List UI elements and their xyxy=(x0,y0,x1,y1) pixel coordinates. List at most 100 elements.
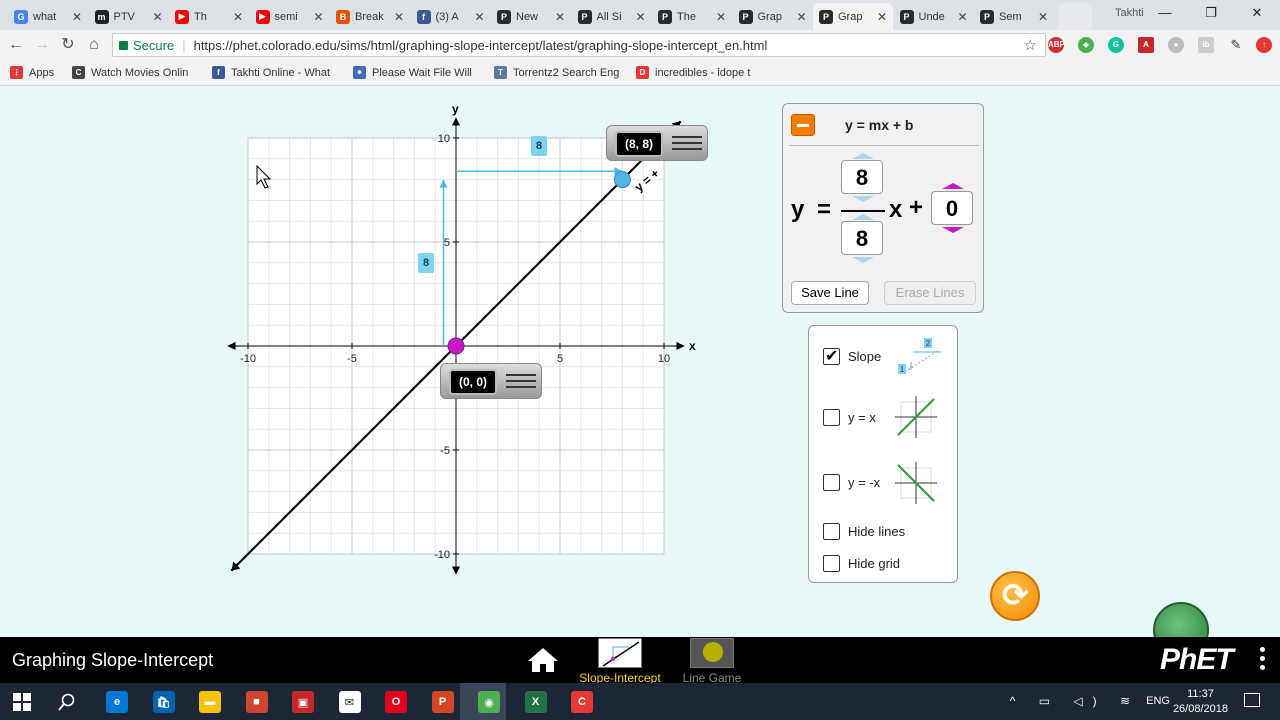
tab-close-icon[interactable]: ✕ xyxy=(716,10,726,24)
browser-tab[interactable]: ▶ Th ✕ xyxy=(169,3,249,30)
tab-close-icon[interactable]: ✕ xyxy=(796,10,806,24)
intercept-increment-icon[interactable] xyxy=(942,183,964,189)
taskbar-camtasia-icon[interactable]: C xyxy=(571,691,593,713)
point-slope-tool[interactable]: (8, 8) xyxy=(606,125,708,161)
bookmark-item[interactable]: ✷ Please Wait File Will xyxy=(353,66,472,79)
browser-tab[interactable]: Gwhat ✕ xyxy=(8,3,88,30)
bookmark-item[interactable]: ⋮ Apps xyxy=(10,66,54,79)
minimize-icon[interactable]: — xyxy=(1142,0,1188,28)
point-slope-grip-icon[interactable] xyxy=(669,132,705,154)
new-tab-button[interactable] xyxy=(1058,3,1092,30)
reload-icon[interactable]: ↻ xyxy=(58,35,78,55)
slope-checkbox[interactable] xyxy=(823,346,840,366)
browser-tab[interactable]: ▶ semi ✕ xyxy=(250,3,330,30)
intercept-value-box[interactable]: 0 xyxy=(931,191,973,225)
intercept-point-handle[interactable] xyxy=(447,337,465,355)
close-icon[interactable]: ✕ xyxy=(1234,0,1280,28)
erase-lines-button[interactable]: Erase Lines xyxy=(884,281,976,305)
hide-lines-checkbox[interactable] xyxy=(823,523,840,540)
taskbar-explorer-icon[interactable]: ▬ xyxy=(199,691,221,713)
tab-close-icon[interactable]: ✕ xyxy=(152,10,162,24)
secure-indicator[interactable]: Secure xyxy=(119,38,174,53)
collapse-minus-button[interactable] xyxy=(791,114,815,136)
point-intercept-tool[interactable]: (0, 0) xyxy=(440,363,542,399)
browser-tab[interactable]: P New ✕ xyxy=(491,3,571,30)
tab-close-icon[interactable]: ✕ xyxy=(877,10,887,24)
tab-close-icon[interactable]: ✕ xyxy=(394,10,404,24)
reset-all-button[interactable] xyxy=(990,571,1040,621)
slope-option[interactable]: Slope xyxy=(823,346,881,366)
taskbar-app5-icon[interactable]: ▣ xyxy=(292,691,314,713)
profile-name[interactable]: Takhti xyxy=(1115,7,1144,19)
screen-slope-intercept-button[interactable]: Slope-Intercept xyxy=(578,638,662,685)
bookmark-item[interactable]: f Takhti Online - What xyxy=(212,66,330,79)
tab-close-icon[interactable]: ✕ xyxy=(313,10,323,24)
y-equals-x-option[interactable]: y = x xyxy=(823,409,876,426)
windows-start-icon[interactable] xyxy=(13,693,31,711)
browser-tab[interactable]: B Break ✕ xyxy=(330,3,410,30)
hide-grid-option[interactable]: Hide grid xyxy=(823,555,900,572)
intercept-decrement-icon[interactable] xyxy=(942,227,964,233)
pen-icon[interactable]: ✎ xyxy=(1228,37,1244,53)
taskbar-mail-icon[interactable]: ✉ xyxy=(338,691,361,713)
browser-tab[interactable]: P Unde ✕ xyxy=(894,3,974,30)
taskbar-store-icon[interactable]: 🛍 xyxy=(152,691,175,713)
adblock-icon[interactable]: ABP xyxy=(1048,37,1065,53)
rise-increment-icon[interactable] xyxy=(852,153,874,159)
clock[interactable]: 11:37 26/08/2018 xyxy=(1173,687,1228,717)
bookmark-item[interactable]: C Watch Movies Onlin xyxy=(72,66,188,79)
system-tray-icons[interactable]: ^ ▭ ◁) ≋ xyxy=(1010,694,1140,708)
grammarly-icon[interactable]: G xyxy=(1108,37,1124,53)
tab-close-icon[interactable]: ✕ xyxy=(474,10,484,24)
phet-menu-icon[interactable] xyxy=(1260,647,1266,674)
hide-grid-checkbox[interactable] xyxy=(823,555,840,572)
taskbar-app4-icon[interactable]: ■ xyxy=(245,691,268,713)
taskbar-excel-icon[interactable]: X xyxy=(524,691,547,713)
search-icon[interactable] xyxy=(58,693,76,711)
browser-tab[interactable]: P Grap ✕ xyxy=(813,3,893,30)
phet-logo[interactable]: PhET xyxy=(1160,643,1234,677)
run-increment-icon[interactable] xyxy=(852,214,874,220)
y-equals-x-checkbox[interactable] xyxy=(823,409,840,426)
home-screen-icon[interactable] xyxy=(527,647,559,673)
slope-point-handle[interactable] xyxy=(613,171,631,189)
browser-tab[interactable]: P Grap ✕ xyxy=(733,3,813,30)
tab-close-icon[interactable]: ✕ xyxy=(72,10,82,24)
taskbar-edge-icon[interactable]: e xyxy=(106,691,128,713)
browser-tab[interactable]: f (3) A ✕ xyxy=(411,3,491,30)
run-decrement-icon[interactable] xyxy=(852,257,874,263)
run-value-box[interactable]: 8 xyxy=(841,221,883,255)
taskbar-opera-icon[interactable]: O xyxy=(385,691,407,713)
taskbar-chrome-icon[interactable]: ◉ xyxy=(478,691,500,713)
bookmark-item[interactable]: Dincredibles - idope t xyxy=(636,66,750,79)
language-indicator[interactable]: ENG xyxy=(1146,695,1170,707)
hide-lines-option[interactable]: Hide lines xyxy=(823,523,905,540)
chrome-menu-icon[interactable]: ↑ xyxy=(1256,37,1272,53)
save-line-button[interactable]: Save Line xyxy=(791,281,869,305)
rise-value-box[interactable]: 8 xyxy=(841,160,883,194)
pdf-icon[interactable]: A xyxy=(1138,37,1154,53)
extension-icon[interactable]: ◆ xyxy=(1078,37,1094,53)
screen-line-game-button[interactable]: Line Game xyxy=(676,638,748,685)
y-equals-neg-x-option[interactable]: y = -x xyxy=(823,474,880,491)
extension-ib-icon[interactable]: ib xyxy=(1198,37,1214,53)
y-equals-neg-x-checkbox[interactable] xyxy=(823,474,840,491)
tab-close-icon[interactable]: ✕ xyxy=(957,10,967,24)
address-bar[interactable]: Secure | https://phet.colorado.edu/sims/… xyxy=(112,33,1046,57)
browser-tab[interactable]: m PTV ✕ xyxy=(89,3,169,30)
maximize-icon[interactable]: ❐ xyxy=(1188,0,1234,28)
browser-tab[interactable]: P Sem ✕ xyxy=(974,3,1054,30)
bookmark-item[interactable]: T Torrentz2 Search Eng xyxy=(494,66,619,79)
browser-tab[interactable]: P The ✕ xyxy=(652,3,732,30)
rise-decrement-icon[interactable] xyxy=(852,196,874,202)
tab-close-icon[interactable]: ✕ xyxy=(635,10,645,24)
browser-tab[interactable]: P All Si ✕ xyxy=(572,3,652,30)
taskbar-powerpoint-icon[interactable]: P xyxy=(431,691,454,713)
back-icon[interactable]: ← xyxy=(6,35,26,55)
point-intercept-grip-icon[interactable] xyxy=(503,370,539,392)
forward-icon[interactable]: → xyxy=(32,35,52,55)
tab-close-icon[interactable]: ✕ xyxy=(555,10,565,24)
home-icon[interactable]: ⌂ xyxy=(84,35,104,55)
tab-close-icon[interactable]: ✕ xyxy=(233,10,243,24)
extension-gray-icon[interactable]: ● xyxy=(1168,37,1184,53)
